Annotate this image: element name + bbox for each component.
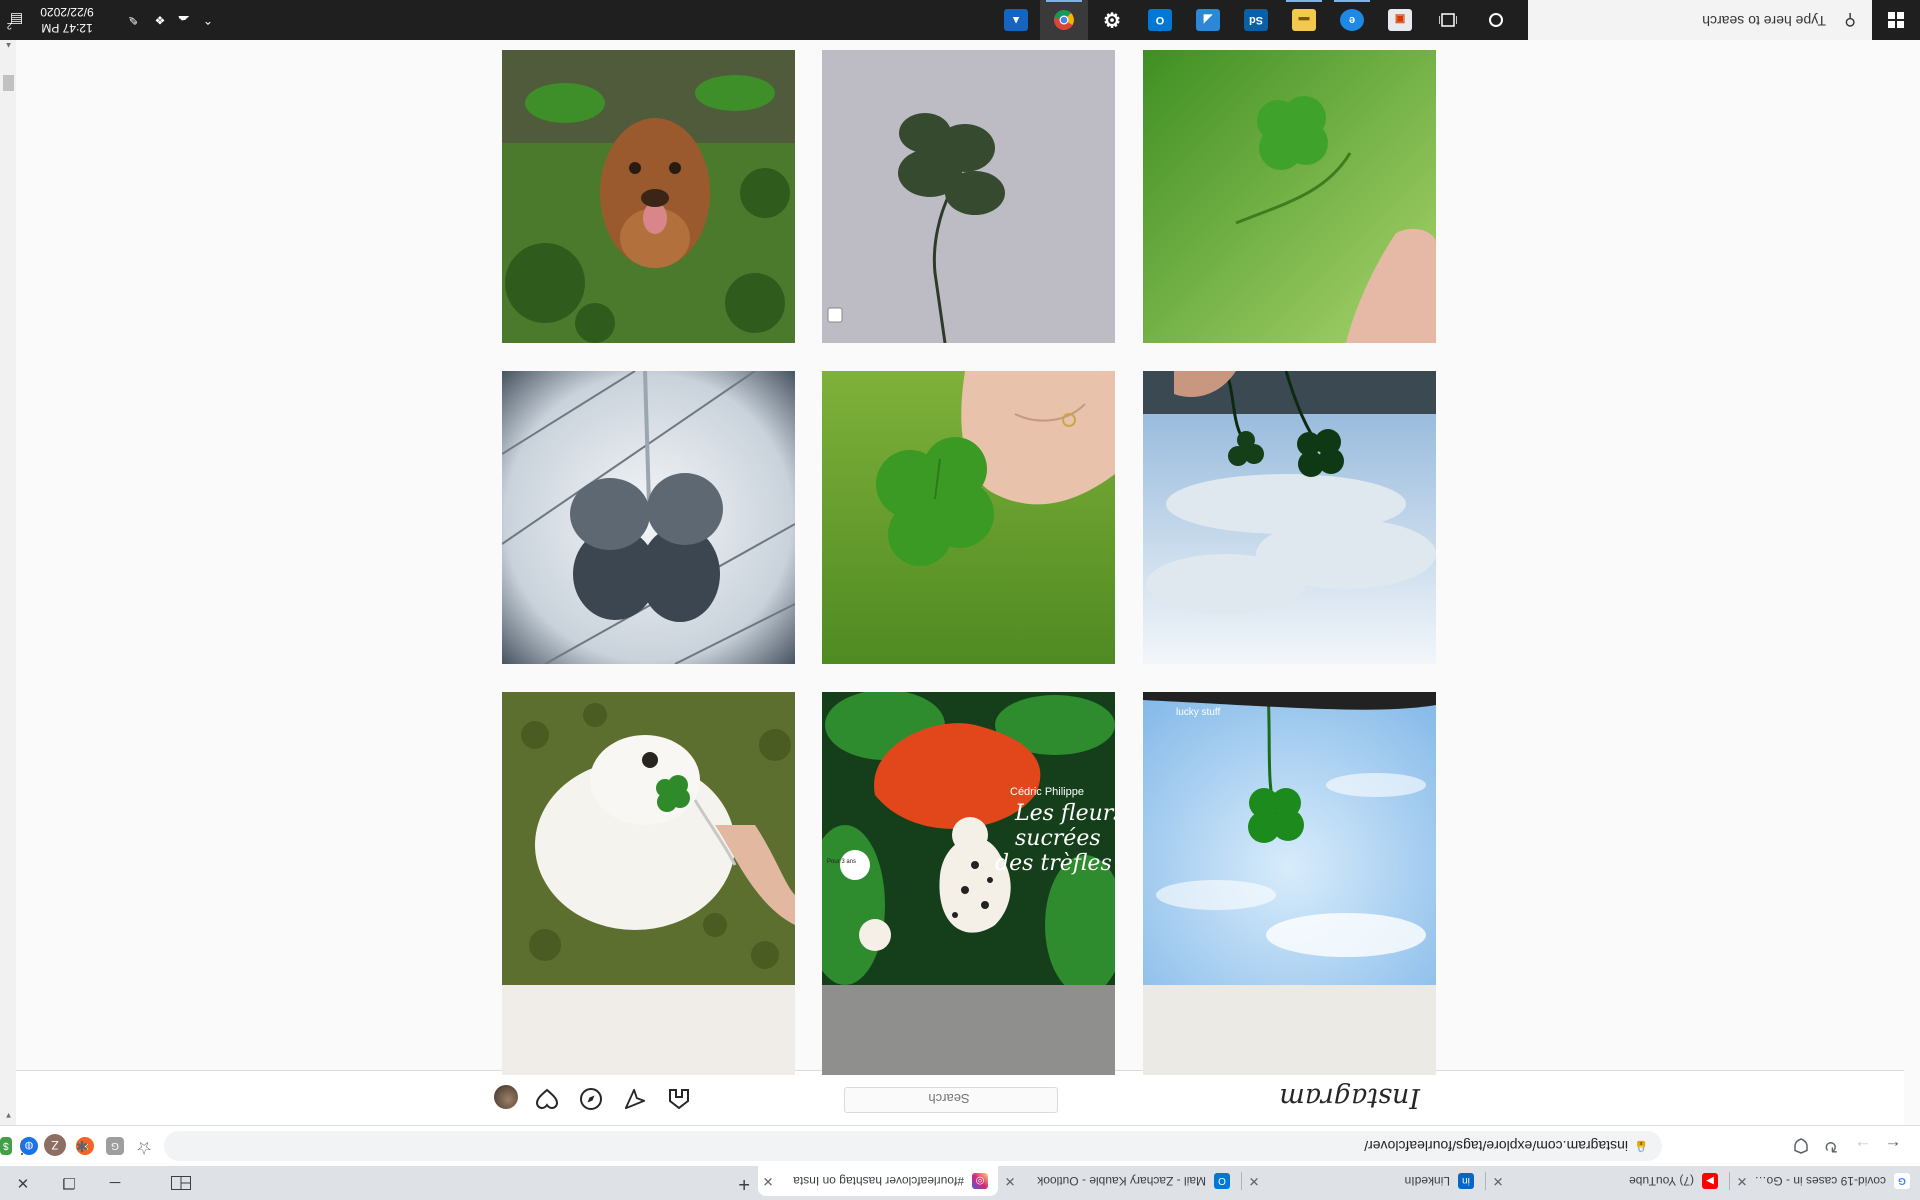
post-image [822, 371, 1115, 664]
post-image [502, 692, 795, 985]
image-viewer-icon[interactable]: ▲ [992, 0, 1040, 40]
settings-icon[interactable]: ⚙ [1088, 0, 1136, 40]
chrome-icon[interactable] [1040, 0, 1088, 40]
book-title-line: des trèfles [995, 851, 1112, 876]
file-explorer-icon[interactable]: ▬ [1280, 0, 1328, 40]
grid-post[interactable] [502, 692, 795, 985]
post-image [822, 50, 1115, 343]
post-image [1143, 50, 1436, 343]
windows-taskbar: ⚲ Type here to search ▣ e ▬ Sd ◢ O ⚙ ▲ ⌃… [0, 0, 1920, 40]
hashtag-photo-grid: lucky stuff Les fleurs sucrées des trèfl… [16, 34, 1920, 1200]
grid-post[interactable] [822, 50, 1115, 343]
scrollbar-thumb[interactable] [3, 75, 14, 91]
post-image [502, 50, 795, 343]
windows-start-icon[interactable] [1872, 0, 1920, 40]
grid-post[interactable] [822, 371, 1115, 664]
post-image: Les fleurs sucrées des trèfles Cédric Ph… [822, 692, 1115, 985]
extension-icon[interactable]: $ [0, 1137, 12, 1155]
office-app-icon[interactable]: ▣ [1376, 0, 1424, 40]
clock-time: 12:47 PM [41, 21, 93, 35]
taskbar-search-placeholder: Type here to search [1702, 13, 1826, 29]
book-badge: Pour 3 ans [827, 859, 856, 865]
multi-photo-icon [827, 307, 843, 323]
taskbar-search-box[interactable]: ⚲ Type here to search [1528, 0, 1872, 40]
watermark-text: lucky stuff [1176, 707, 1220, 718]
notification-count: 2 [6, 21, 12, 31]
grid-post[interactable] [502, 371, 795, 664]
edge-icon[interactable]: e [1328, 0, 1376, 40]
book-title-line: Les fleurs [1014, 801, 1115, 826]
taskbar-clock[interactable]: 12:47 PM 9/22/2020 [26, 4, 108, 36]
photoshop-sd-icon[interactable]: Sd [1232, 0, 1280, 40]
grid-post[interactable] [1143, 371, 1436, 664]
clock-date: 9/22/2020 [40, 5, 94, 19]
post-image [502, 371, 795, 664]
photos-icon[interactable]: ◢ [1184, 0, 1232, 40]
grid-post[interactable]: Les fleurs sucrées des trèfles Cédric Ph… [822, 692, 1115, 985]
grid-post[interactable] [1143, 50, 1436, 343]
scroll-up-arrow[interactable]: ▲ [3, 41, 14, 50]
book-title-line: sucrées [1015, 826, 1101, 851]
chevron-up-icon[interactable]: ⌃ [196, 0, 220, 40]
book-author: Cédric Philippe [1010, 786, 1084, 798]
outlook-app-icon[interactable]: O [1136, 0, 1184, 40]
task-view-icon[interactable] [1424, 0, 1472, 40]
page-scrollbar[interactable] [0, 34, 16, 1125]
cortana-icon[interactable] [1472, 0, 1520, 40]
grid-post[interactable]: lucky stuff [1143, 692, 1436, 985]
notification-icon[interactable]: ▤ 2 [0, 0, 30, 40]
search-icon: ⚲ [1844, 11, 1856, 28]
cloud-icon[interactable]: ☁ [172, 0, 196, 40]
grid-post[interactable] [502, 50, 795, 343]
screen: G covid-19 cases in - Google Sear ✕ ▶ (7… [0, 0, 1920, 1200]
post-image [1143, 371, 1436, 664]
pen-icon[interactable]: ✎ [118, 0, 148, 40]
scroll-down-arrow[interactable]: ▼ [3, 1111, 14, 1120]
post-image: lucky stuff [1143, 692, 1436, 985]
dropbox-icon[interactable]: ❖ [148, 0, 172, 40]
